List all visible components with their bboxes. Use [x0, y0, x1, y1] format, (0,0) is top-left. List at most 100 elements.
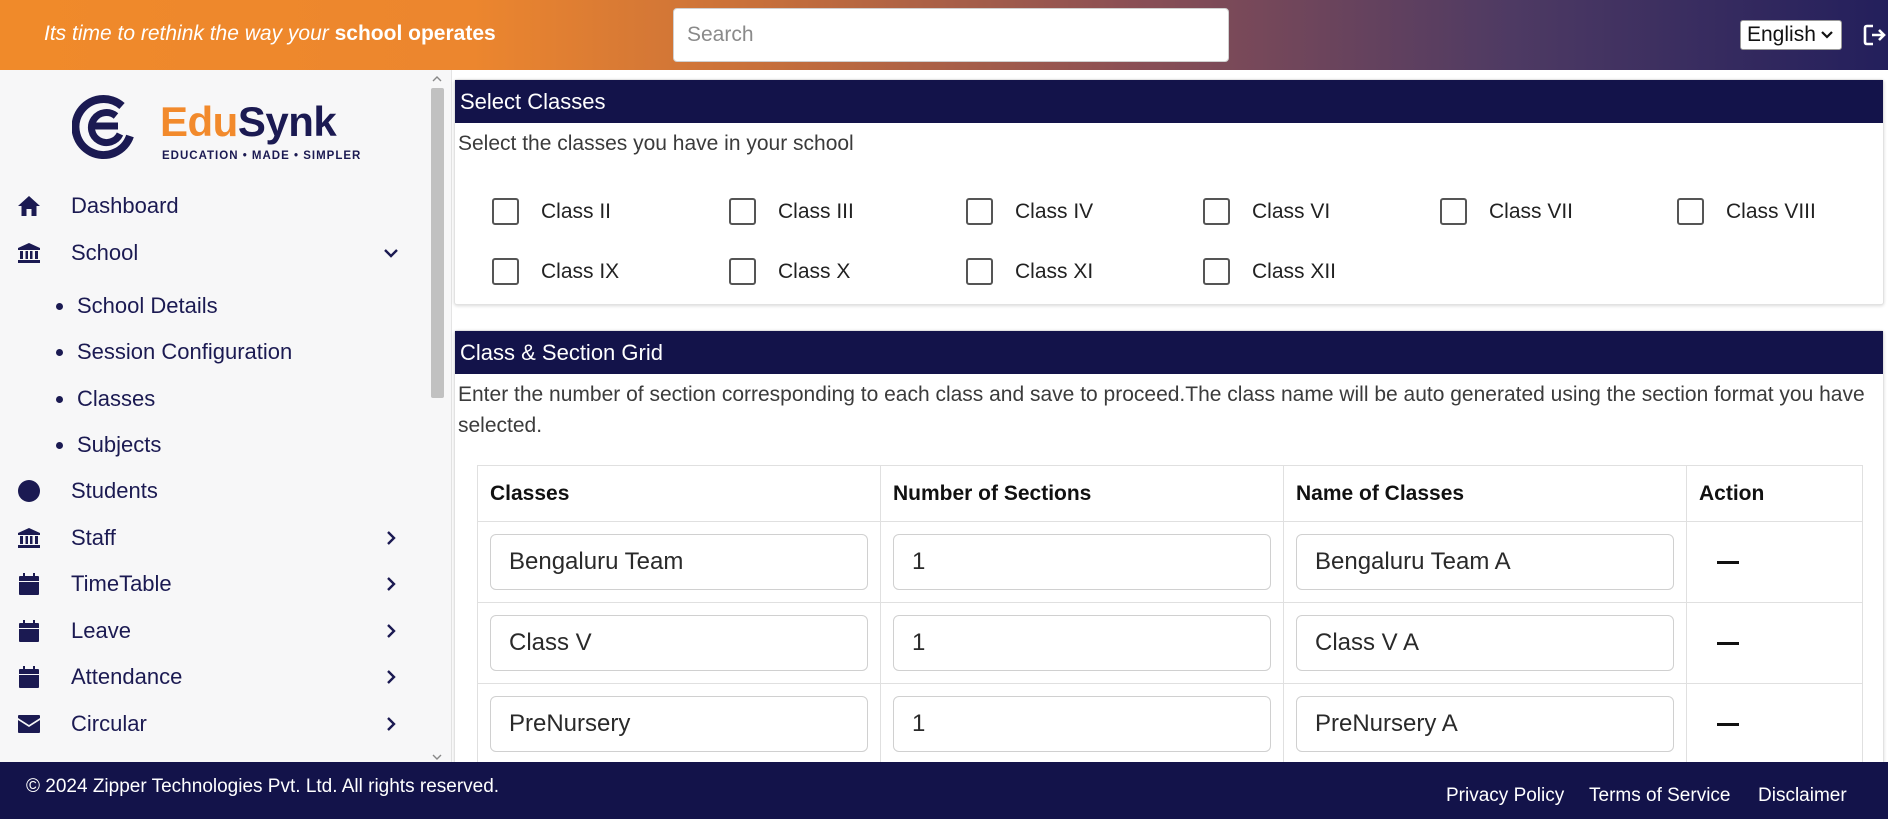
sidebar-item-label: Dashboard: [71, 193, 179, 218]
sidebar-subitem-label: School Details: [77, 293, 218, 318]
sidebar-item-label: TimeTable: [71, 571, 172, 596]
checkbox-label: Class VI: [1252, 199, 1331, 223]
envelope-icon: [16, 711, 42, 737]
class-input[interactable]: Class V: [490, 615, 868, 671]
checkbox-class-x[interactable]: Class X: [729, 258, 850, 285]
class-name-input[interactable]: Class V A: [1296, 615, 1674, 671]
checkbox-label: Class II: [541, 199, 612, 223]
logo-mark-icon: [72, 95, 134, 159]
sidebar-item-students[interactable]: Students: [0, 471, 430, 511]
remove-row-icon[interactable]: [1717, 641, 1739, 645]
class-input[interactable]: Bengaluru Team: [490, 534, 868, 590]
home-icon: [16, 193, 42, 219]
select-classes-title: Select Classes: [455, 80, 1883, 123]
checkbox-class-viii[interactable]: Class VIII: [1677, 198, 1816, 225]
footer-copyright: © 2024 Zipper Technologies Pvt. Ltd. All…: [26, 776, 500, 797]
sidebar-item-attendance[interactable]: Attendance: [0, 657, 430, 697]
header-tagline: Its time to rethink the way your school …: [44, 22, 496, 46]
sections-input[interactable]: 1: [893, 696, 1271, 752]
remove-row-icon[interactable]: [1717, 722, 1739, 726]
scroll-down-arrow-icon[interactable]: [432, 752, 442, 762]
column-header-classes: Classes: [477, 465, 881, 522]
sections-input[interactable]: 1: [893, 615, 1271, 671]
language-value: English: [1747, 23, 1816, 46]
tagline-text: Its time to rethink the way your: [44, 22, 335, 45]
sidebar-item-label: Staff: [71, 525, 116, 550]
sidebar-subitem-label: Session Configuration: [77, 339, 293, 364]
logout-icon[interactable]: [1862, 22, 1888, 48]
sidebar-item-leave[interactable]: Leave: [0, 611, 430, 651]
sidebar: EduSynk EDUCATION • MADE • SIMPLER Dashb…: [0, 70, 452, 762]
checkbox-box[interactable]: [729, 258, 756, 285]
remove-row-icon[interactable]: [1717, 560, 1739, 564]
table-row: PreNursery 1 PreNursery A: [477, 683, 1863, 765]
bullet-icon: [56, 395, 63, 403]
chevron-right-icon: [387, 531, 396, 545]
sidebar-item-timetable[interactable]: TimeTable: [0, 564, 430, 604]
calendar-icon: [16, 571, 42, 597]
sidebar-subitem-school-details[interactable]: School Details: [56, 288, 396, 324]
checkbox-box[interactable]: [1203, 198, 1230, 225]
chevron-right-icon: [387, 624, 396, 638]
checkbox-box[interactable]: [729, 198, 756, 225]
sidebar-subitem-subjects[interactable]: Subjects: [56, 427, 396, 463]
checkbox-class-iii[interactable]: Class III: [729, 198, 854, 225]
sidebar-item-label: Attendance: [71, 664, 183, 689]
terms-of-service-link[interactable]: Terms of Service: [1589, 785, 1730, 807]
checkbox-class-xii[interactable]: Class XII: [1203, 258, 1336, 285]
column-header-action: Action: [1686, 465, 1863, 522]
checkbox-label: Class XII: [1252, 259, 1337, 283]
sidebar-subitem-label: Classes: [77, 386, 156, 411]
chevron-right-icon: [387, 577, 396, 591]
checkbox-box[interactable]: [966, 198, 993, 225]
sections-input[interactable]: 1: [893, 534, 1271, 590]
sidebar-item-dashboard[interactable]: Dashboard: [0, 186, 430, 226]
bullet-icon: [56, 348, 63, 356]
column-header-number-of-sections: Number of Sections: [880, 465, 1284, 522]
scroll-up-arrow-icon[interactable]: [432, 74, 442, 84]
sidebar-subitem-session-configuration[interactable]: Session Configuration: [56, 334, 396, 370]
checkbox-class-ii[interactable]: Class II: [492, 198, 611, 225]
tagline-bold: school operates: [334, 22, 496, 45]
sidebar-item-label: School: [71, 240, 139, 265]
checkbox-box[interactable]: [492, 258, 519, 285]
disclaimer-link[interactable]: Disclaimer: [1758, 785, 1847, 807]
brand-name-synk: Synk: [237, 98, 337, 145]
checkbox-box[interactable]: [1203, 258, 1230, 285]
checkbox-label: Class IX: [541, 259, 620, 283]
footer: © 2024 Zipper Technologies Pvt. Ltd. All…: [0, 762, 1888, 819]
checkbox-label: Class III: [778, 199, 854, 223]
checkbox-class-vii[interactable]: Class VII: [1440, 198, 1573, 225]
sidebar-item-school[interactable]: School: [0, 233, 430, 273]
search-input[interactable]: [673, 8, 1229, 62]
sidebar-item-label: Students: [71, 478, 158, 503]
checkbox-box[interactable]: [1440, 198, 1467, 225]
table-row: Bengaluru Team 1 Bengaluru Team A: [477, 521, 1863, 603]
checkbox-box[interactable]: [966, 258, 993, 285]
checkbox-box[interactable]: [1677, 198, 1704, 225]
calendar-icon: [16, 664, 42, 690]
checkbox-class-vi[interactable]: Class VI: [1203, 198, 1330, 225]
checkbox-class-iv[interactable]: Class IV: [966, 198, 1093, 225]
chevron-right-icon: [387, 717, 396, 731]
bullet-icon: [56, 302, 63, 310]
class-input[interactable]: PreNursery: [490, 696, 868, 752]
checkbox-label: Class XI: [1015, 259, 1094, 283]
checkbox-box[interactable]: [492, 198, 519, 225]
checkbox-label: Class VIII: [1726, 199, 1816, 223]
class-name-input[interactable]: PreNursery A: [1296, 696, 1674, 752]
column-header-name-of-classes: Name of Classes: [1283, 465, 1687, 522]
select-classes-panel: Select Classes Select the classes you ha…: [454, 79, 1884, 305]
sidebar-item-staff[interactable]: Staff: [0, 518, 430, 558]
sidebar-item-circular[interactable]: Circular: [0, 704, 430, 744]
top-bar: Its time to rethink the way your school …: [0, 0, 1888, 70]
checkbox-class-ix[interactable]: Class IX: [492, 258, 619, 285]
privacy-policy-link[interactable]: Privacy Policy: [1446, 785, 1564, 807]
language-select[interactable]: English: [1740, 20, 1842, 50]
sidebar-subitem-classes[interactable]: Classes: [56, 381, 396, 417]
sidebar-scrollbar-thumb[interactable]: [431, 88, 444, 398]
bank-icon: [16, 525, 42, 551]
table-row: Class V 1 Class V A: [477, 602, 1863, 684]
class-name-input[interactable]: Bengaluru Team A: [1296, 534, 1674, 590]
checkbox-class-xi[interactable]: Class XI: [966, 258, 1093, 285]
